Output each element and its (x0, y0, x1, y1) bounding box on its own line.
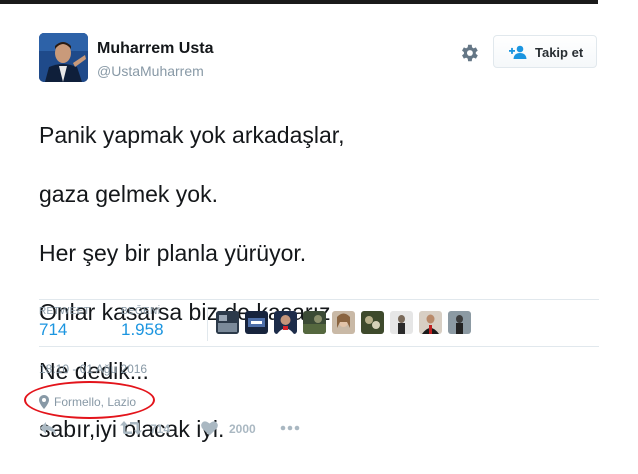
tweet-text: Panik yapmak yok arkadaşlar, gaza gelmek… (39, 92, 599, 474)
reply-button[interactable] (39, 420, 61, 438)
tweet-line: gaza gelmek yok. (39, 181, 218, 208)
liker-avatar[interactable] (303, 311, 326, 334)
heart-icon (201, 421, 218, 436)
avatar[interactable] (39, 33, 88, 82)
retweet-count: 714 (150, 422, 171, 436)
more-button[interactable] (280, 420, 302, 438)
display-name[interactable]: Muharrem Usta (97, 40, 213, 58)
like-button[interactable]: 2000 (201, 420, 261, 438)
retweet-stat-count[interactable]: 714 (39, 320, 67, 340)
tweet-line: Panik yapmak yok arkadaşlar, (39, 122, 345, 149)
retweet-button[interactable]: 714 (120, 420, 180, 438)
retweet-icon (120, 421, 142, 435)
more-dots-icon (280, 425, 300, 431)
location-label: Formello, Lazio (54, 395, 137, 409)
liker-avatar[interactable] (419, 311, 442, 334)
like-count: 2000 (229, 422, 256, 436)
like-stat-label: BEĞENİ (121, 306, 161, 317)
tweet-line: Her şey bir planla yürüyor. (39, 240, 307, 267)
add-person-icon (509, 45, 527, 59)
map-pin-icon (39, 395, 49, 409)
liker-avatar[interactable] (274, 311, 297, 334)
user-handle[interactable]: @UstaMuharrem (97, 63, 204, 79)
tweet-timestamp[interactable]: 18:10 - 01 Ağu 2016 (39, 362, 147, 376)
stats-bottom-divider (39, 346, 599, 347)
liker-avatar[interactable] (216, 311, 239, 334)
stats-top-divider (39, 299, 599, 300)
like-stat-count[interactable]: 1.958 (121, 320, 164, 340)
retweet-stat-label: RETWEET (39, 306, 90, 317)
follow-button[interactable]: Takip et (493, 35, 597, 68)
avatar-image (39, 33, 88, 82)
gear-icon[interactable] (458, 42, 480, 64)
liker-avatar[interactable] (361, 311, 384, 334)
reply-icon (40, 422, 56, 435)
liker-avatar[interactable] (245, 311, 268, 334)
stats-separator (207, 307, 208, 341)
window-top-edge (0, 0, 638, 4)
follow-label: Takip et (535, 45, 584, 60)
liker-avatar[interactable] (448, 311, 471, 334)
liker-avatar[interactable] (390, 311, 413, 334)
liker-avatar[interactable] (332, 311, 355, 334)
